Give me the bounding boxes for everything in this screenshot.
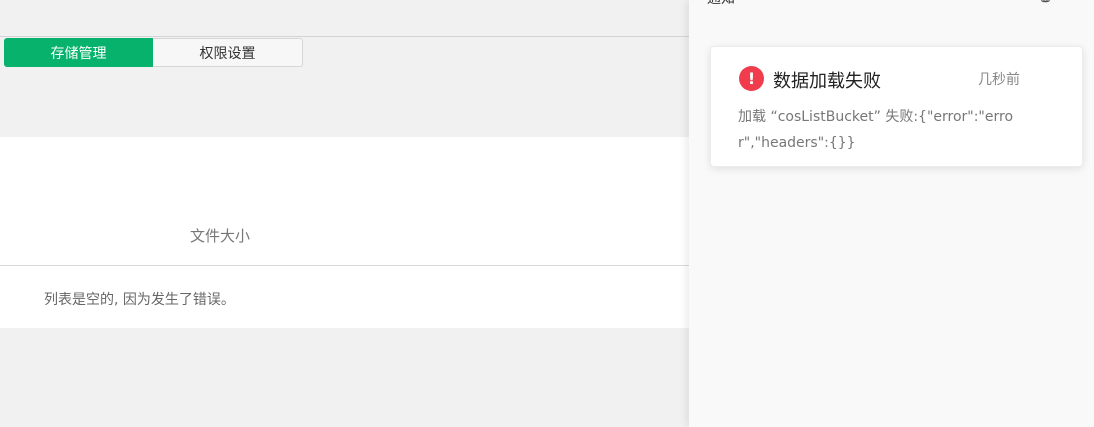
empty-list-message: 列表是空的, 因为发生了错误。 [44,292,235,308]
notification-message: 加载 “cosListBucket” 失败:{"error":"error","… [738,109,1014,151]
notification-time: 几秒前 [978,72,1020,88]
header-divider [0,265,689,266]
notification-title: 数据加载失败 [773,71,881,92]
app-root: 存储管理 权限设置 文件大小 列表是空的, 因为发生了错误。 通知 🗑 ✕ ! … [0,0,1094,427]
tab-storage-management[interactable]: 存储管理 [4,38,153,67]
clear-icon[interactable]: 🗑 [1036,0,1054,4]
tab-permission-settings[interactable]: 权限设置 [153,38,303,67]
top-divider [0,36,689,37]
close-icon[interactable]: ✕ [1066,0,1078,4]
drawer-header: 通知 🗑 ✕ [689,0,1094,8]
drawer-title: 通知 [707,0,735,8]
column-header-file-size[interactable]: 文件大小 [190,225,250,246]
top-toolbar [0,0,689,36]
notification-card[interactable]: ! 数据加载失败 几秒前 加载 “cosListBucket” 失败:{"err… [710,46,1083,167]
drawer-actions: 🗑 ✕ [1036,0,1078,4]
exclamation-icon: ! [739,66,764,91]
tab-group: 存储管理 权限设置 [4,38,303,67]
notification-drawer: 通知 🗑 ✕ ! 数据加载失败 几秒前 加载 “cosListBucket” 失… [689,0,1094,427]
file-list-panel: 文件大小 列表是空的, 因为发生了错误。 [0,137,689,328]
